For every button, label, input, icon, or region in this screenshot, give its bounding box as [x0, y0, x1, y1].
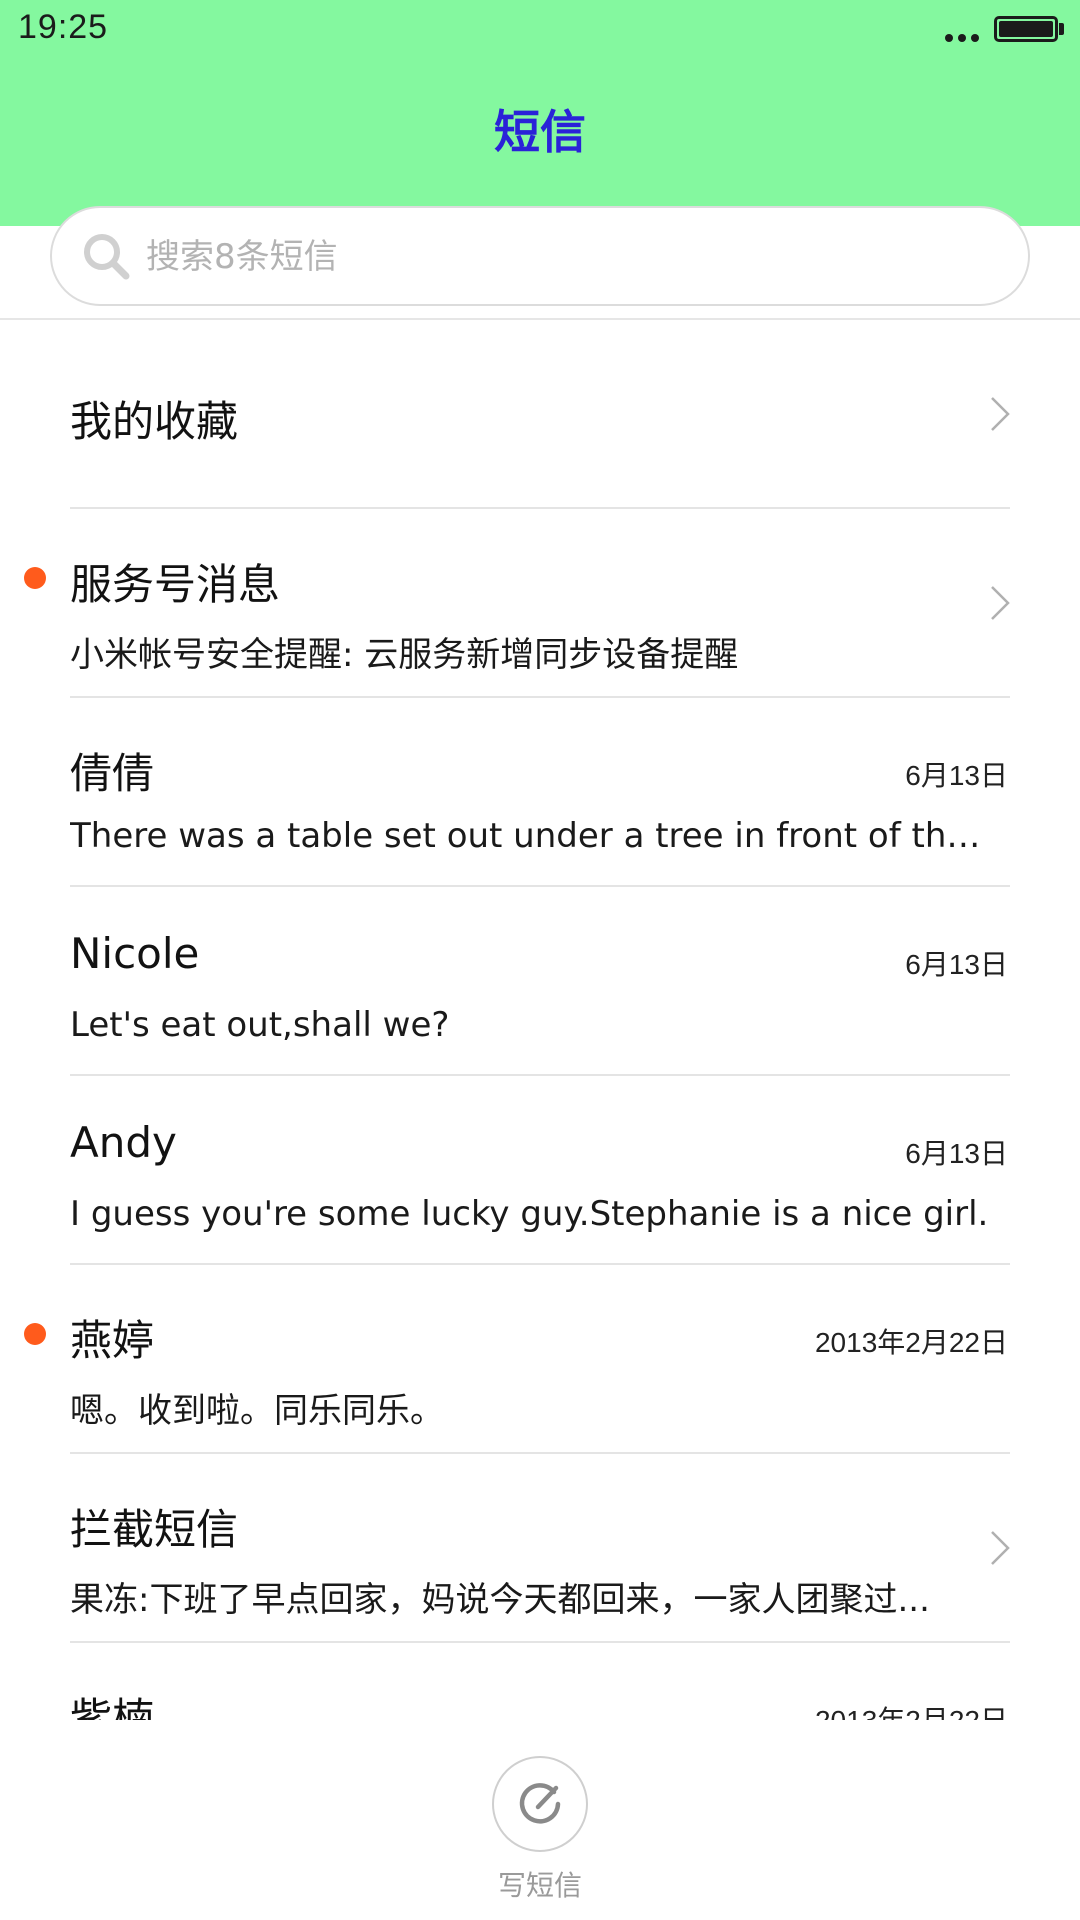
- list-item-conversation[interactable]: Nicole 6月13日 Let's eat out,shall we?: [0, 887, 1080, 1076]
- list-item-conversation[interactable]: Andy 6月13日 I guess you're some lucky guy…: [0, 1076, 1080, 1265]
- page-title: 短信: [494, 105, 586, 159]
- signal-dots-icon: [945, 34, 979, 42]
- list-item-blocked-messages[interactable]: 拦截短信 果冻:下班了早点回家，妈说今天都回来，一家人团聚过...: [0, 1454, 1080, 1643]
- search-input[interactable]: [144, 226, 988, 288]
- conversation-list[interactable]: 我的收藏 服务号消息 小米帐号安全提醒: 云服务新增同步设备提醒 倩倩 6月13…: [0, 320, 1080, 1720]
- list-item-title: 倩倩: [70, 749, 155, 798]
- list-item-title: 我的收藏: [70, 397, 239, 446]
- search-bar[interactable]: [50, 206, 1030, 306]
- list-item-conversation[interactable]: 燕婷 2013年2月22日 嗯。收到啦。同乐同乐。: [0, 1265, 1080, 1454]
- app-header: 19:25 短信: [0, 0, 1080, 226]
- status-time: 19:25: [18, 8, 109, 46]
- list-item-title: 燕婷: [70, 1316, 155, 1365]
- list-item-title: 紫楠: [70, 1694, 155, 1720]
- list-item-date: 6月13日: [905, 949, 1008, 980]
- battery-icon: [994, 16, 1058, 42]
- list-item-preview: Let's eat out,shall we?: [70, 1005, 450, 1045]
- list-item-date: 2013年2月22日: [815, 1699, 1008, 1720]
- chevron-right-icon: [991, 586, 1010, 620]
- chevron-right-icon: [991, 1531, 1010, 1565]
- chevron-right-icon: [991, 397, 1010, 431]
- compose-button[interactable]: [492, 1756, 588, 1852]
- list-item-preview: 嗯。收到啦。同乐同乐。: [70, 1391, 444, 1431]
- list-item-title: 服务号消息: [70, 560, 281, 609]
- compose-label: 写短信: [497, 1869, 582, 1902]
- list-item-date: 6月13日: [905, 1138, 1008, 1169]
- list-item-title: Nicole: [70, 929, 200, 978]
- list-item-conversation[interactable]: 紫楠 2013年2月22日: [0, 1643, 1080, 1720]
- list-item-preview: 小米帐号安全提醒: 云服务新增同步设备提醒: [70, 635, 739, 675]
- list-item-service-messages[interactable]: 服务号消息 小米帐号安全提醒: 云服务新增同步设备提醒: [0, 509, 1080, 698]
- compose-icon: [519, 1783, 561, 1824]
- unread-dot: [24, 1323, 46, 1345]
- list-item-conversation[interactable]: 倩倩 6月13日 There was a table set out under…: [0, 698, 1080, 887]
- list-item-date: 6月13日: [905, 760, 1008, 791]
- list-item-title: 拦截短信: [70, 1505, 239, 1554]
- list-item-preview: There was a table set out under a tree i…: [70, 816, 1000, 856]
- list-item-favorites[interactable]: 我的收藏: [0, 320, 1080, 509]
- list-item-preview: 果冻:下班了早点回家，妈说今天都回来，一家人团聚过...: [70, 1580, 930, 1620]
- list-item-date: 2013年2月22日: [814, 1327, 1008, 1358]
- unread-dot: [24, 567, 46, 589]
- list-item-title: Andy: [70, 1118, 177, 1167]
- search-icon: [84, 234, 130, 280]
- list-item-preview: I guess you're some lucky guy.Stephanie …: [70, 1194, 989, 1234]
